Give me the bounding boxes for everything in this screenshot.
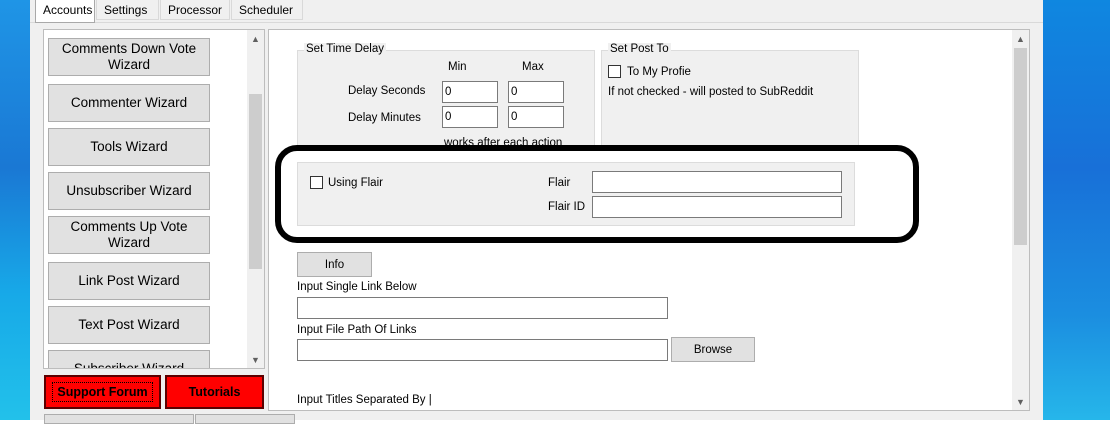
tools-wizard-button[interactable]: Tools Wizard: [48, 128, 210, 166]
scrollbar-thumb[interactable]: [1014, 48, 1027, 245]
scrollbar-thumb[interactable]: [249, 94, 262, 269]
tab-scheduler[interactable]: Scheduler: [231, 0, 303, 20]
using-flair-label: Using Flair: [328, 177, 383, 189]
titles-label: Input Titles Separated By |: [297, 394, 432, 406]
desktop-left-strip: [0, 0, 30, 420]
file-path-input[interactable]: [297, 339, 668, 361]
comments-down-vote-wizard-button[interactable]: Comments Down Vote Wizard: [48, 38, 210, 76]
scroll-down-icon[interactable]: ▼: [1012, 393, 1029, 410]
settings-panel: Set Time Delay Min Max Delay Seconds Del…: [268, 29, 1030, 411]
delay-seconds-min-input[interactable]: [442, 81, 498, 103]
bottom-button-left[interactable]: [44, 414, 194, 424]
tutorials-label: Tutorials: [188, 385, 241, 399]
delay-seconds-max-input[interactable]: [508, 81, 564, 103]
time-delay-group: Set Time Delay Min Max Delay Seconds Del…: [297, 43, 595, 150]
settings-panel-scrollbar[interactable]: ▲ ▼: [1012, 30, 1029, 410]
support-forum-button[interactable]: Support Forum: [44, 375, 161, 409]
time-delay-title: Set Time Delay: [304, 43, 386, 55]
flair-id-input[interactable]: [592, 196, 842, 218]
text-post-wizard-button[interactable]: Text Post Wizard: [48, 306, 210, 344]
flair-input[interactable]: [592, 171, 842, 193]
scroll-up-icon[interactable]: ▲: [247, 30, 264, 47]
to-my-profile-checkbox[interactable]: [608, 65, 621, 78]
desktop-right-strip: [1043, 0, 1110, 420]
delay-minutes-max-input[interactable]: [508, 106, 564, 128]
scroll-up-icon[interactable]: ▲: [1012, 30, 1029, 47]
post-to-title: Set Post To: [608, 43, 671, 55]
bottom-button-right[interactable]: [195, 414, 295, 424]
subscriber-wizard-button[interactable]: Subscriber Wizard: [48, 350, 210, 368]
scroll-down-icon[interactable]: ▼: [247, 351, 264, 368]
info-button[interactable]: Info: [297, 252, 372, 277]
tutorials-button[interactable]: Tutorials: [165, 375, 264, 409]
min-header: Min: [448, 61, 467, 73]
tab-settings[interactable]: Settings: [96, 0, 159, 20]
single-link-label: Input Single Link Below: [297, 281, 417, 293]
commenter-wizard-button[interactable]: Commenter Wizard: [48, 84, 210, 122]
tab-strip: Accounts Settings Processor Scheduler: [30, 0, 1043, 23]
to-my-profile-label: To My Profie: [627, 66, 691, 78]
flair-group: Using Flair Flair Flair ID: [297, 162, 855, 226]
flair-id-label: Flair ID: [548, 201, 586, 213]
flair-label: Flair: [548, 177, 571, 189]
using-flair-checkbox[interactable]: [310, 176, 323, 189]
delay-minutes-label: Delay Minutes: [348, 112, 421, 124]
tab-accounts[interactable]: Accounts: [35, 0, 95, 23]
file-path-label: Input File Path Of Links: [297, 324, 417, 336]
tab-processor[interactable]: Processor: [160, 0, 230, 20]
wizard-list-panel[interactable]: Comments Down Vote Wizard Commenter Wiza…: [43, 29, 265, 369]
delay-note: works after each action: [444, 137, 563, 149]
single-link-input[interactable]: [297, 297, 668, 319]
post-to-group: Set Post To To My Profie If not checked …: [601, 43, 859, 150]
comments-up-vote-wizard-button[interactable]: Comments Up Vote Wizard: [48, 216, 210, 254]
wizard-list-scrollbar[interactable]: ▲ ▼: [247, 30, 264, 368]
browse-button[interactable]: Browse: [671, 337, 755, 362]
delay-minutes-min-input[interactable]: [442, 106, 498, 128]
delay-seconds-label: Delay Seconds: [348, 85, 426, 97]
unsubscriber-wizard-button[interactable]: Unsubscriber Wizard: [48, 172, 210, 210]
post-to-note: If not checked - will posted to SubReddi…: [608, 86, 814, 98]
max-header: Max: [522, 61, 544, 73]
link-post-wizard-button[interactable]: Link Post Wizard: [48, 262, 210, 300]
support-forum-label: Support Forum: [52, 382, 153, 402]
app-window: Accounts Settings Processor Scheduler Co…: [30, 0, 1043, 424]
